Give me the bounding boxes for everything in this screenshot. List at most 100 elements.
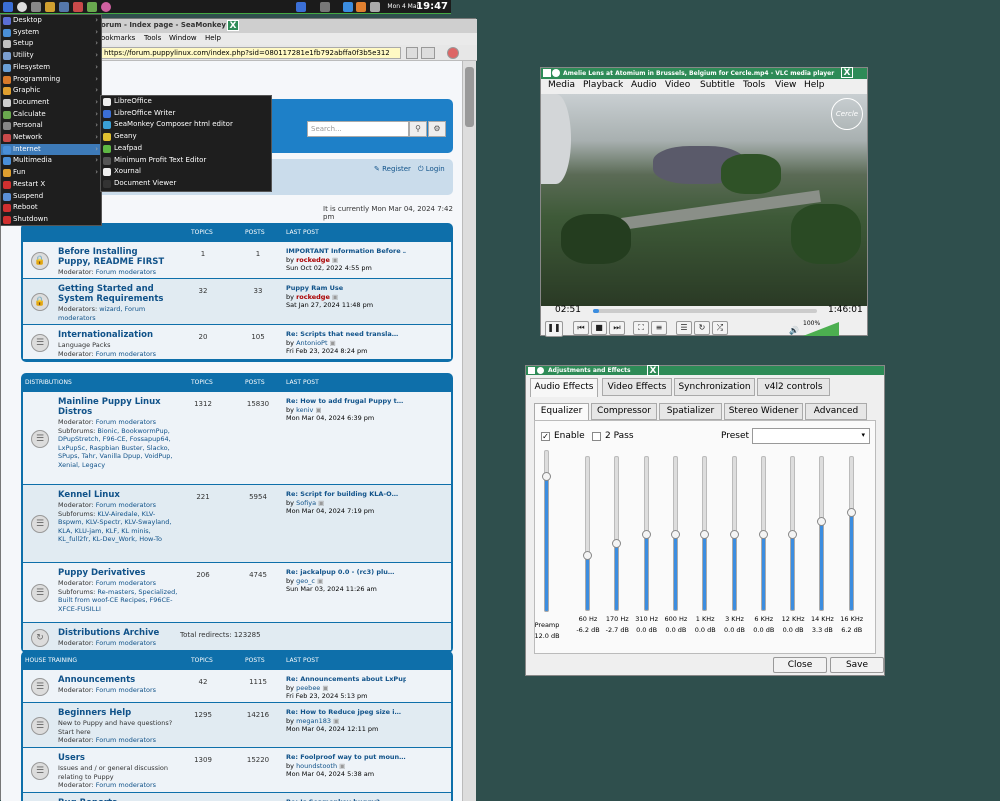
view-post-icon[interactable]: ▣ (317, 577, 323, 585)
close-icon[interactable]: X (841, 67, 853, 78)
forum-title-link[interactable]: Beginners Help (58, 708, 168, 718)
last-post-link[interactable]: Re: Scripts that need transla… (286, 330, 406, 339)
menu-item-programming[interactable]: Programming › (1, 74, 101, 86)
terminal-icon[interactable] (31, 2, 41, 12)
band-slider-handle[interactable] (670, 529, 680, 539)
band-slider-handle[interactable] (758, 529, 768, 539)
moderator-link[interactable]: Forum moderators (96, 686, 156, 694)
last-post-link[interactable]: Re: Script for building KLA-O… (286, 490, 406, 499)
enable-checkbox[interactable]: ✓ (541, 432, 550, 441)
submenu-item-document-viewer[interactable]: Document Viewer (101, 178, 271, 190)
last-post-user[interactable]: peebee (296, 684, 320, 692)
last-post-link[interactable]: Re: Foolproof way to put moun… (286, 753, 406, 762)
moderator-link[interactable]: Forum moderators (96, 579, 156, 587)
folder-icon[interactable] (45, 2, 55, 12)
last-post-user[interactable]: rockedge (296, 256, 330, 264)
last-post-user[interactable]: Sofiya (296, 499, 316, 507)
stop-button[interactable]: ■ (591, 321, 607, 335)
moderator-link[interactable]: Forum moderators (96, 418, 156, 426)
extended-settings-button[interactable]: ≡ (651, 321, 667, 335)
tab-v4l2-controls[interactable]: v4l2 controls (757, 378, 830, 396)
menu-item-system[interactable]: System › (1, 27, 101, 39)
moderator-link[interactable]: Forum moderators (96, 501, 156, 509)
subtab-stereo-widener[interactable]: Stereo Widener (724, 403, 803, 420)
view-post-icon[interactable]: ▣ (332, 256, 338, 264)
vlc-menu-media[interactable]: Media (548, 80, 575, 90)
band-slider-handle[interactable] (641, 529, 651, 539)
last-post-user[interactable]: houndstooth (296, 762, 337, 770)
forum-title-link[interactable]: Internationalization (58, 330, 168, 340)
forum-title-link[interactable]: Mainline Puppy Linux Distros (58, 397, 168, 417)
bluetooth-icon[interactable] (296, 2, 306, 12)
last-post-user[interactable]: AntonioPt (296, 339, 327, 347)
flower-icon[interactable] (101, 2, 111, 12)
last-post-user[interactable]: geo_c (296, 577, 315, 585)
submenu-item-libreoffice-writer[interactable]: LibreOffice Writer (101, 108, 271, 120)
subtab-spatializer[interactable]: Spatializer (659, 403, 722, 420)
last-post-user[interactable]: keniv (296, 406, 313, 414)
menu-item-graphic[interactable]: Graphic › (1, 85, 101, 97)
menu-item-document[interactable]: Document › (1, 97, 101, 109)
view-post-icon[interactable]: ▣ (333, 717, 339, 725)
playlist-button[interactable]: ☰ (676, 321, 692, 335)
submenu-item-minimum-profit-text-editor[interactable]: Minimum Profit Text Editor (101, 155, 271, 167)
calculator-icon[interactable] (59, 2, 69, 12)
moderator-link[interactable]: Forum moderators (96, 736, 156, 744)
menu-bookmarks[interactable]: ookmarks (101, 34, 135, 42)
tab-video-effects[interactable]: Video Effects (602, 378, 672, 396)
pause-button[interactable]: ❚❚ (545, 321, 563, 337)
menu-item-personal[interactable]: Personal › (1, 120, 101, 132)
last-post-link[interactable]: Re: Announcements about LxPup… (286, 675, 406, 684)
submenu-item-libreoffice[interactable]: LibreOffice (101, 96, 271, 108)
two-pass-checkbox[interactable] (592, 432, 601, 441)
seek-slider[interactable] (593, 309, 817, 313)
go-icon[interactable] (406, 47, 418, 59)
view-post-icon[interactable]: ▣ (339, 762, 345, 770)
last-post-link[interactable]: Puppy Ram Use (286, 284, 406, 293)
last-post-user[interactable]: megan183 (296, 717, 331, 725)
forum-title-link[interactable]: Before Installing Puppy, README FIRST (58, 247, 168, 267)
forum-title-link[interactable]: Getting Started and System Requirements (58, 284, 168, 304)
moderator-link[interactable]: Forum moderators (96, 268, 156, 276)
save-button[interactable]: Save (830, 657, 884, 673)
browser-icon[interactable] (17, 2, 27, 12)
login-link[interactable]: ⏻ Login (418, 165, 445, 174)
search-engine-icon[interactable] (421, 47, 435, 59)
close-button[interactable]: Close (773, 657, 827, 673)
advanced-search-icon[interactable]: ⚙ (428, 121, 446, 137)
close-icon[interactable]: X (227, 20, 239, 31)
search-input[interactable]: Search... (307, 121, 409, 137)
submenu-item-leafpad[interactable]: Leafpad (101, 143, 271, 155)
vlc-menu-playback[interactable]: Playback (583, 80, 623, 90)
loop-button[interactable]: ↻ (694, 321, 710, 335)
band-slider-handle[interactable] (700, 529, 710, 539)
network-icon[interactable] (343, 2, 353, 12)
menu-item-multimedia[interactable]: Multimedia › (1, 155, 101, 167)
subtab-advanced[interactable]: Advanced (805, 403, 867, 420)
last-post-user[interactable]: rockedge (296, 293, 330, 301)
menu-item-restart-x[interactable]: Restart X (1, 179, 101, 191)
vlc-tray-icon[interactable] (356, 2, 366, 12)
vlc-menu-view[interactable]: View (775, 80, 796, 90)
band-slider-handle[interactable] (788, 529, 798, 539)
menu-item-reboot[interactable]: Reboot (1, 202, 101, 214)
menu-item-fun[interactable]: Fun › (1, 167, 101, 179)
edit-icon[interactable] (73, 2, 83, 12)
disk-icon[interactable] (320, 2, 330, 12)
menu-icon[interactable] (3, 2, 13, 12)
forum-title-link[interactable]: Distributions Archive (58, 628, 168, 638)
moderator-link[interactable]: Forum moderators (96, 350, 156, 358)
submenu-item-seamonkey-composer-html-editor[interactable]: SeaMonkey Composer html editor (101, 119, 271, 131)
vlc-titlebar[interactable]: Amelie Lens at Atomium in Brussels, Belg… (541, 67, 867, 79)
volume-icon[interactable] (370, 2, 380, 12)
seamonkey-icon[interactable] (447, 47, 459, 59)
menu-item-desktop[interactable]: Desktop › (1, 15, 101, 27)
forum-title-link[interactable]: Puppy Derivatives (58, 568, 168, 578)
scrollbar-thumb[interactable] (465, 67, 474, 127)
forum-title-link[interactable]: Kennel Linux (58, 490, 168, 500)
menu-item-internet[interactable]: Internet › (1, 143, 101, 156)
section-title[interactable]: HOUSE TRAINING (25, 657, 77, 664)
view-post-icon[interactable]: ▣ (315, 406, 321, 414)
shuffle-button[interactable]: ⤮ (712, 321, 728, 335)
vlc-menu-audio[interactable]: Audio (631, 80, 657, 90)
